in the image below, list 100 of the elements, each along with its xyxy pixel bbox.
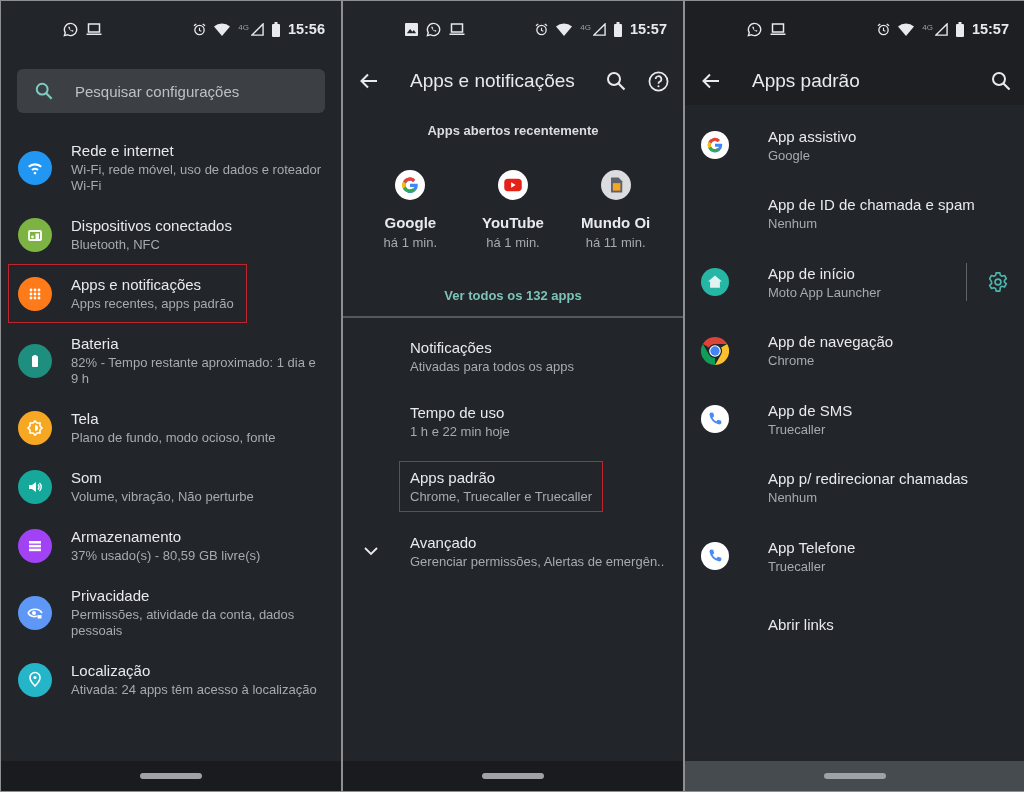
settings-item[interactable]: Localização Ativada: 24 apps têm acesso à localização [8,650,330,709]
item-title: Tempo de uso [410,403,506,422]
settings-item[interactable]: Apps padrão Chrome, Truecaller e Truecaller [399,461,604,512]
settings-item[interactable]: Apps e notificações Apps recentes, apps padrão [8,264,247,323]
item-subtitle: Moto App Launcher [768,284,882,301]
screen-title: Apps e notificações [410,70,576,92]
item-title: Apps e notificações [71,275,203,294]
item-subtitle: Apps recentes, apps padrão [71,296,234,312]
settings-item[interactable]: Dispositivos conectados Bluetooth, NFC [8,205,245,264]
default-app-row[interactable]: App p/ redirecionar chamadas Nenhum [685,453,1024,522]
play-button-icon [498,170,528,200]
item-title[interactable]: App Telefone [768,537,1009,557]
see-all-apps-link[interactable]: Ver todos os 132 apps [444,288,582,303]
google-g-icon [701,131,729,160]
wifi-icon [898,22,915,36]
settings-item[interactable]: Armazenamento 37% usado(s) - 80,59 GB livre(s) [8,516,274,575]
wifi-icon [214,22,231,36]
item-title[interactable]: App de SMS [768,400,1009,420]
item-subtitle: Bluetooth, NFC [71,237,161,253]
item-subtitle: Google [768,147,811,164]
item-subtitle: Gerenciar permissões, Alertas de emergên.. [410,554,665,570]
item-subtitle: Volume, vibração, Não perturbe [71,489,254,505]
chat-bubble-icon [426,21,441,37]
signal-icon [934,22,948,36]
item-subtitle: Truecaller [768,558,827,575]
image-icon [405,22,418,36]
item-title: Avançado [410,533,478,552]
battery-icon [271,21,280,37]
clock-time: 15:57 [971,21,1009,37]
item-subtitle: Nenhum [768,490,819,507]
item-subtitle: Ativada: 24 apps têm acesso à localização [71,682,317,698]
default-app-row[interactable]: App de SMS Truecaller [685,385,1024,454]
home-handle[interactable] [482,773,544,779]
item-subtitle: Permissões, atividade da conta, dados pessoais [71,607,296,639]
item-title: Localização [71,661,152,680]
alarm-icon [193,22,207,36]
item-title: Som [71,468,103,487]
default-app-row[interactable]: App de início Moto App Launcher [685,248,1024,317]
back-button[interactable] [701,71,721,91]
help-button[interactable] [648,70,669,92]
item-title[interactable]: App de ID de chamada e spam [768,195,1009,215]
phone-icon [701,405,729,434]
item-title[interactable]: App assistivo [768,126,1009,146]
app-name[interactable]: Google [384,214,437,231]
signal-icon [250,22,264,36]
signal-icon [592,22,606,36]
last-opened-time: há 1 min. [486,235,540,250]
search-button[interactable] [991,71,1011,91]
item-title: Armazenamento [71,527,183,546]
network-type: 4G [922,23,933,32]
item-title: Tela [71,409,100,428]
default-app-row[interactable]: App de ID de chamada e spam Nenhum [685,179,1024,248]
battery-icon [613,21,622,37]
default-app-row[interactable]: App assistivo Google [685,111,1024,180]
item-title: Apps padrão [410,468,497,487]
search-field[interactable]: Pesquisar configurações [17,69,325,113]
house-icon [701,268,729,297]
chat-bubble-icon [63,21,78,37]
chat-bubble-icon [747,21,762,37]
last-opened-time: há 11 min. [585,235,646,250]
last-opened-time: há 1 min. [383,235,438,250]
settings-item[interactable]: Notificações Ativadas para todos os apps [399,331,586,382]
screen-title: Apps padrão [752,70,861,92]
settings-item[interactable]: Bateria 82% - Tempo restante aproximado: 1 dia e 9 h [8,323,334,398]
item-title: Privacidade [71,586,151,605]
settings-item[interactable]: Som Volume, vibração, Não perturbe [8,457,267,516]
network-type: 4G [238,23,249,32]
default-app-row[interactable]: Abrir links [685,590,1024,659]
item-subtitle: Wi-Fi, rede móvel, uso de dados e roteador Wi-Fi [71,162,321,194]
item-subtitle: 1 h e 22 min hoje [410,424,510,440]
search-button[interactable] [606,71,626,91]
search-icon [35,82,53,100]
back-button[interactable] [359,71,379,91]
app-name[interactable]: YouTube [482,214,544,231]
home-handle[interactable] [140,773,202,779]
google-g-icon [395,170,426,200]
laptop-icon [449,22,465,36]
default-app-row[interactable]: App Telefone Truecaller [685,522,1024,591]
settings-item[interactable]: Tempo de uso 1 h e 22 min hoje [399,396,521,447]
item-subtitle: Ativadas para todos os apps [410,359,575,375]
item-subtitle: Chrome [768,353,816,370]
settings-item[interactable]: Rede e internet Wi-Fi, rede móvel, uso de dados e roteador Wi-Fi [8,130,334,205]
item-title[interactable]: Abrir links [768,615,1009,635]
item-subtitle: Plano de fundo, modo ocioso, fonte [71,430,276,446]
home-handle[interactable] [824,773,886,779]
item-title[interactable]: App de navegação [768,332,1009,352]
item-title[interactable]: App p/ redirecionar chamadas [768,469,1009,489]
chevron-down-icon[interactable] [364,547,378,556]
network-type: 4G [580,23,591,32]
item-title: Bateria [71,334,120,353]
default-app-row[interactable]: App de navegação Chrome [685,316,1024,385]
item-subtitle: Nenhum [768,216,819,233]
settings-item[interactable]: Avançado Gerenciar permissões, Alertas de emergên.. [399,526,676,577]
app-name[interactable]: Mundo Oi [581,214,651,231]
settings-item[interactable]: Tela Plano de fundo, modo ocioso, fonte [8,398,289,457]
item-title: Rede e internet [71,141,175,160]
item-title[interactable]: App de início [768,263,956,283]
settings-item[interactable]: Privacidade Permissões, atividade da conta, dados pessoais [8,575,334,650]
settings-icon[interactable] [987,271,1009,294]
clock-time: 15:56 [287,21,325,37]
